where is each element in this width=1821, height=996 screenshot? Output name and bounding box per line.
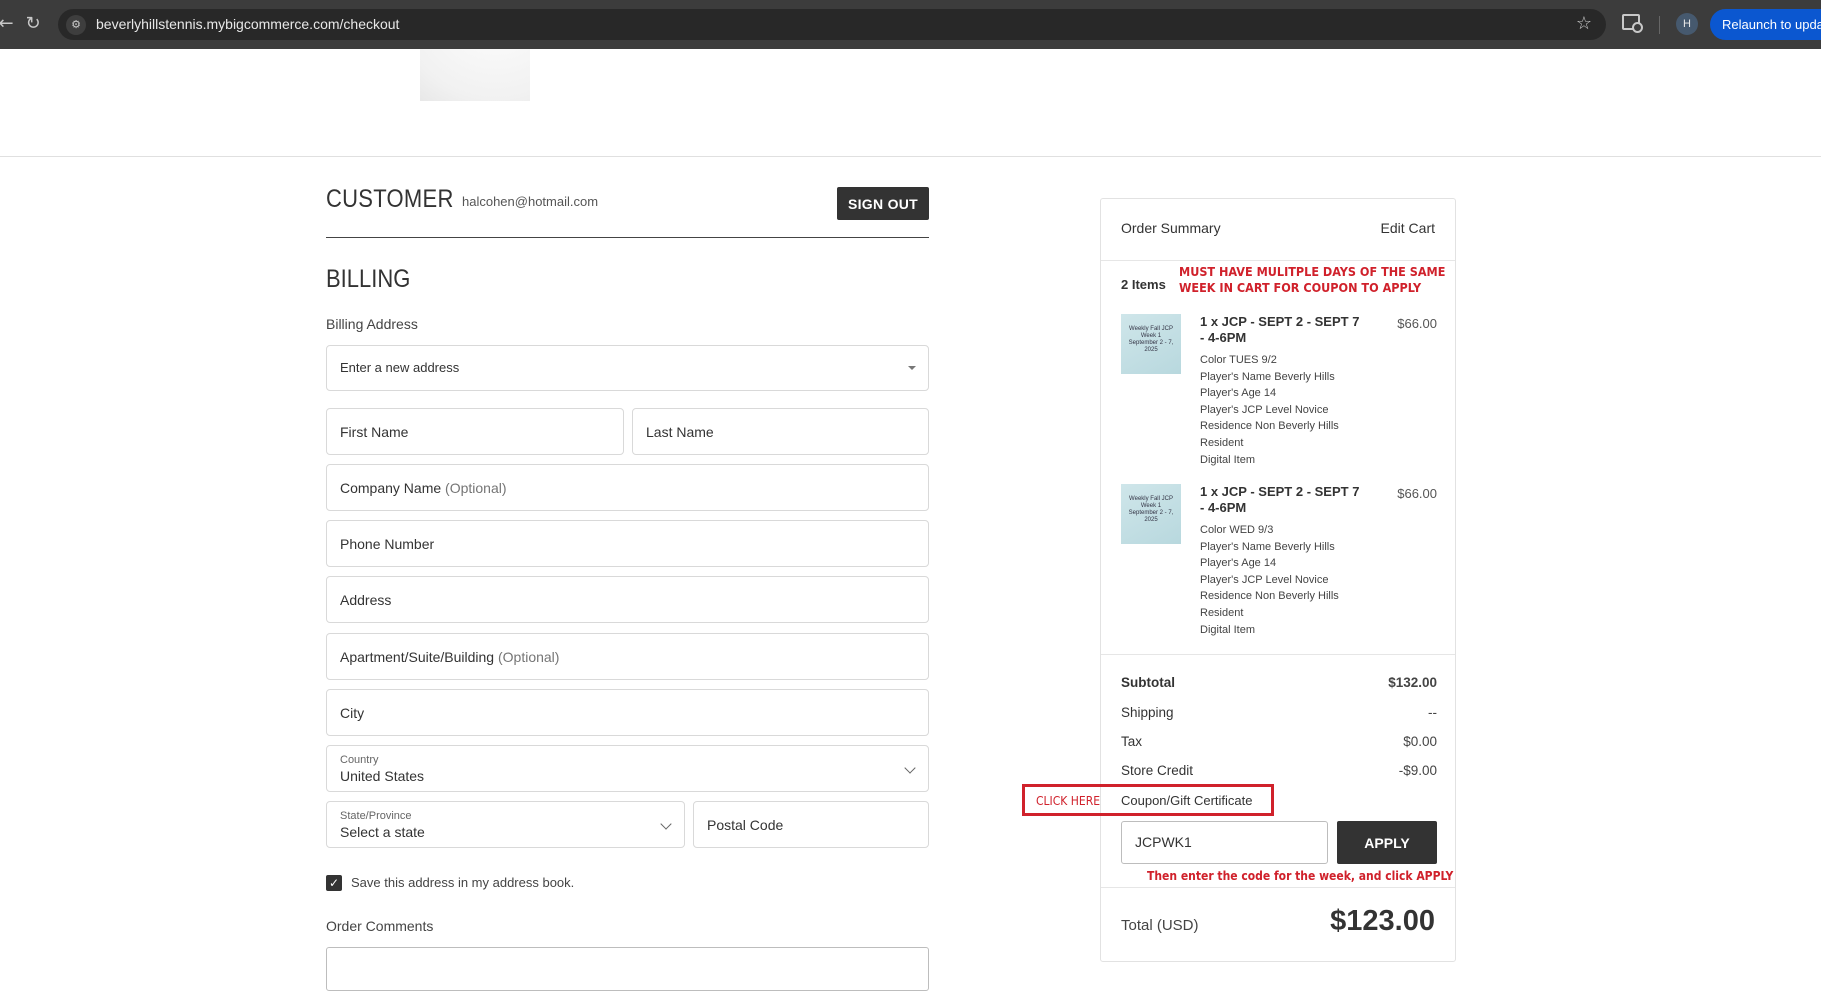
tab-search-icon[interactable] bbox=[1622, 14, 1643, 33]
item-price: $66.00 bbox=[1397, 316, 1437, 331]
bookmark-star-icon[interactable]: ☆ bbox=[1576, 13, 1592, 34]
summary-divider bbox=[1101, 887, 1455, 888]
address-select-value: Enter a new address bbox=[340, 360, 460, 375]
apartment-field[interactable]: Apartment/Suite/Building (Optional) bbox=[326, 633, 929, 680]
item-name: 1 x JCP - SEPT 2 - SEPT 7 - 4-6PM bbox=[1200, 314, 1360, 345]
url-text: beverlyhillstennis.mybigcommerce.com/che… bbox=[96, 16, 400, 32]
item-price: $66.00 bbox=[1397, 486, 1437, 501]
product-thumbnail: Weekly Fall JCP Week 1 September 2 - 7, … bbox=[1121, 484, 1181, 544]
state-select[interactable]: State/Province Select a state bbox=[326, 801, 685, 848]
back-icon[interactable]: ← bbox=[0, 12, 18, 36]
subtotal-row: Subtotal $132.00 bbox=[1121, 675, 1437, 690]
summary-divider bbox=[1101, 654, 1455, 655]
tax-row: Tax $0.00 bbox=[1121, 734, 1437, 749]
apply-coupon-button[interactable]: APPLY bbox=[1337, 821, 1437, 864]
click-here-annotation: CLICK HERE bbox=[1036, 794, 1101, 808]
order-comments-label: Order Comments bbox=[326, 918, 434, 934]
item-options: Color TUES 9/2 Player's Name Beverly Hil… bbox=[1200, 354, 1339, 466]
billing-address-label: Billing Address bbox=[326, 316, 418, 332]
profile-avatar[interactable]: H bbox=[1676, 13, 1698, 35]
browser-toolbar: ← ↻ ⚙ beverlyhillstennis.mybigcommerce.c… bbox=[0, 0, 1821, 49]
item-name: 1 x JCP - SEPT 2 - SEPT 7 - 4-6PM bbox=[1200, 484, 1360, 515]
billing-address-select[interactable]: Enter a new address bbox=[326, 345, 929, 391]
caret-down-icon bbox=[908, 366, 916, 370]
enter-code-note: Then enter the code for the week, and cl… bbox=[1147, 869, 1454, 883]
chevron-down-icon bbox=[660, 817, 672, 830]
phone-number-field[interactable]: Phone Number bbox=[326, 520, 929, 567]
sign-out-button[interactable]: SIGN OUT bbox=[837, 187, 929, 220]
section-divider bbox=[326, 237, 929, 238]
reload-icon[interactable]: ↻ bbox=[21, 12, 45, 36]
billing-heading: BILLING bbox=[326, 265, 411, 293]
first-name-field[interactable]: First Name bbox=[326, 408, 624, 455]
relaunch-button[interactable]: Relaunch to update bbox=[1710, 9, 1821, 40]
site-info-icon[interactable]: ⚙ bbox=[66, 15, 86, 35]
order-summary-panel: Order Summary Edit Cart 2 Items MUST HAV… bbox=[1100, 198, 1456, 962]
postal-code-field[interactable]: Postal Code bbox=[693, 801, 929, 848]
last-name-field[interactable]: Last Name bbox=[632, 408, 929, 455]
coupon-code-input[interactable]: JCPWK1 bbox=[1121, 821, 1328, 864]
city-field[interactable]: City bbox=[326, 689, 929, 736]
order-summary-title: Order Summary bbox=[1121, 220, 1221, 236]
total-value: $123.00 bbox=[1330, 905, 1435, 937]
customer-email: halcohen@hotmail.com bbox=[462, 194, 599, 209]
chevron-down-icon bbox=[904, 761, 916, 774]
company-name-field[interactable]: Company Name (Optional) bbox=[326, 464, 929, 511]
address-field[interactable]: Address bbox=[326, 576, 929, 623]
item-options: Color WED 9/3 Player's Name Beverly Hill… bbox=[1200, 524, 1339, 636]
site-header bbox=[0, 49, 1821, 157]
coupon-requirement-note: MUST HAVE MULITPLE DAYS OF THE SAME WEEK… bbox=[1179, 264, 1446, 295]
store-credit-row: Store Credit -$9.00 bbox=[1121, 763, 1437, 778]
product-thumbnail: Weekly Fall JCP Week 1 September 2 - 7, … bbox=[1121, 314, 1181, 374]
edit-cart-link[interactable]: Edit Cart bbox=[1381, 220, 1435, 236]
item-count: 2 Items bbox=[1121, 277, 1166, 292]
save-address-label[interactable]: Save this address in my address book. bbox=[351, 875, 574, 890]
total-label: Total (USD) bbox=[1121, 917, 1199, 934]
shipping-row: Shipping -- bbox=[1121, 705, 1437, 720]
address-bar[interactable]: ⚙ beverlyhillstennis.mybigcommerce.com/c… bbox=[58, 9, 1606, 40]
toolbar-divider bbox=[1659, 16, 1660, 34]
save-address-checkbox[interactable]: ✓ bbox=[326, 875, 342, 891]
customer-heading: CUSTOMER bbox=[326, 185, 454, 213]
summary-divider bbox=[1101, 260, 1455, 261]
order-comments-input[interactable] bbox=[326, 947, 929, 991]
country-select[interactable]: Country United States bbox=[326, 745, 929, 792]
